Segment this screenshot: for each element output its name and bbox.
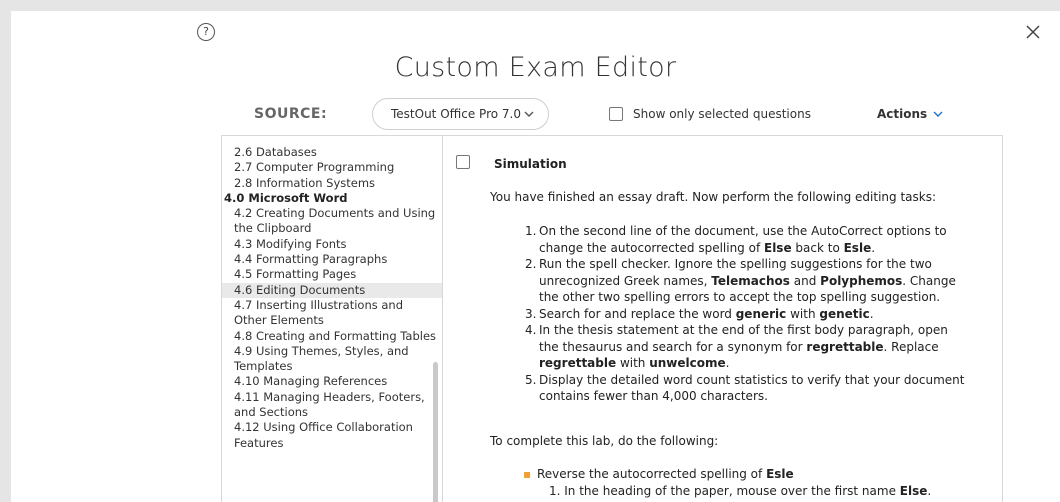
bold-term: regrettable xyxy=(806,339,884,354)
text-run: with xyxy=(786,306,820,321)
text-run: Display the detailed word count statisti… xyxy=(539,372,965,404)
task-list: 1. On the second line of the document, us… xyxy=(525,223,971,405)
task-number: 2. xyxy=(525,257,537,271)
toc-item[interactable]: 2.7 Computer Programming xyxy=(222,160,442,175)
toc-item[interactable]: 4.2 Creating Documents and Using the Cli… xyxy=(222,206,442,237)
bullet-text: Reverse the autocorrected spelling of Es… xyxy=(537,466,794,483)
list-item: ▪ Reverse the autocorrected spelling of … xyxy=(523,466,983,483)
text-run: back to xyxy=(791,240,844,255)
objectives-tree: 2.6 Databases 2.7 Computer Programming 2.8… xyxy=(222,136,443,502)
text-run: Reverse the autocorrected spelling of xyxy=(537,467,767,481)
text-run: and xyxy=(789,273,821,288)
text-run: . xyxy=(725,356,730,370)
text-run: with xyxy=(616,356,650,370)
close-icon[interactable] xyxy=(1024,23,1042,41)
page-title: Custom Exam Editor xyxy=(394,52,677,83)
task-number: 4. xyxy=(525,323,537,337)
toc-item[interactable]: 4.5 Formatting Pages xyxy=(222,267,442,282)
bold-term: generic xyxy=(735,306,787,321)
source-dropdown[interactable]: TestOut Office Pro 7.0 xyxy=(372,98,549,130)
question-intro: You have finished an essay draft. Now pe… xyxy=(490,190,937,204)
bold-term: Esle xyxy=(766,467,794,481)
question-content: Simulation You have finished an essay dr… xyxy=(443,136,1002,502)
complete-intro: To complete this lab, do the following: xyxy=(490,434,719,448)
bullet-icon: ▪ xyxy=(523,467,532,481)
source-label: SOURCE: xyxy=(254,106,328,122)
lab-steps: ▪ Reverse the autocorrected spelling of … xyxy=(523,466,983,499)
question-select-checkbox[interactable] xyxy=(456,155,470,169)
task-number: 3. xyxy=(525,306,537,321)
bold-term: Else xyxy=(899,483,928,498)
chevron-down-icon xyxy=(524,111,534,117)
bold-term: Esle xyxy=(843,240,872,255)
show-only-label: Show only selected questions xyxy=(633,107,811,121)
bold-term: unwelcome xyxy=(649,356,726,370)
text-run: 1. In the heading of the paper, mouse ov… xyxy=(549,483,900,498)
actions-menu-button[interactable]: Actions xyxy=(877,107,943,121)
task-item: 4. In the thesis statement at the end of … xyxy=(525,322,971,372)
bold-term: regrettable xyxy=(539,356,617,370)
text-run: . xyxy=(869,306,874,321)
task-number: 5. xyxy=(525,372,537,387)
show-only-checkbox[interactable] xyxy=(609,107,623,121)
task-item: 1. On the second line of the document, us… xyxy=(525,223,971,256)
show-only-selected-toggle[interactable]: Show only selected questions xyxy=(609,107,811,121)
toc-item[interactable]: 4.8 Creating and Formatting Tables xyxy=(222,329,442,344)
help-icon[interactable]: ? xyxy=(197,23,215,41)
editor-panels: 2.6 Databases 2.7 Computer Programming 2.8… xyxy=(221,135,1003,502)
toc-item[interactable]: 2.6 Databases xyxy=(222,145,442,160)
task-number: 1. xyxy=(525,224,537,238)
text-run: Search for and replace the word xyxy=(539,306,736,321)
task-item: 5. Display the detailed word count statis… xyxy=(525,372,971,405)
text-run: On the second line of the document, use … xyxy=(539,224,947,255)
bold-term: Polyphemos xyxy=(820,273,903,288)
toc-item[interactable]: 4.3 Modifying Fonts xyxy=(222,237,442,252)
chevron-down-icon xyxy=(933,111,943,117)
toc-item[interactable]: 4.9 Using Themes, Styles, and Templates xyxy=(222,344,442,375)
toc-scrollbar[interactable] xyxy=(433,362,438,502)
text-run: . xyxy=(871,240,876,255)
question-type: Simulation xyxy=(494,157,567,171)
toc-item[interactable]: 4.11 Managing Headers, Footers, and Sect… xyxy=(222,390,442,421)
objectives-list: 2.6 Databases 2.7 Computer Programming 2.8… xyxy=(222,136,442,451)
toc-chapter[interactable]: 4.0 Microsoft Word xyxy=(222,191,442,206)
bold-term: Else xyxy=(764,240,792,255)
text-run: . Replace xyxy=(883,339,939,354)
toc-item[interactable]: 4.10 Managing References xyxy=(222,374,442,389)
task-item: 2. Run the spell checker. Ignore the spel… xyxy=(525,256,971,306)
task-item: 3. Search for and replace the word generi… xyxy=(525,306,971,323)
bold-term: genetic xyxy=(819,306,870,321)
toc-item[interactable]: 4.6 Editing Documents xyxy=(222,282,442,298)
text-run: . xyxy=(927,483,932,498)
toc-item[interactable]: 4.7 Inserting Illustrations and Other El… xyxy=(222,298,442,329)
actions-label: Actions xyxy=(877,107,928,121)
toc-item[interactable]: 2.8 Information Systems xyxy=(222,176,442,191)
exam-editor-modal: ? Custom Exam Editor SOURCE: TestOut Off… xyxy=(11,11,1060,502)
sub-step: 1. In the heading of the paper, mouse ov… xyxy=(523,483,983,500)
toc-item[interactable]: 4.4 Formatting Paragraphs xyxy=(222,252,442,267)
toc-item[interactable]: 4.12 Using Office Collaboration Features xyxy=(222,420,442,451)
bold-term: Telemachos xyxy=(711,273,790,288)
source-selected-value: TestOut Office Pro 7.0 xyxy=(391,107,521,121)
